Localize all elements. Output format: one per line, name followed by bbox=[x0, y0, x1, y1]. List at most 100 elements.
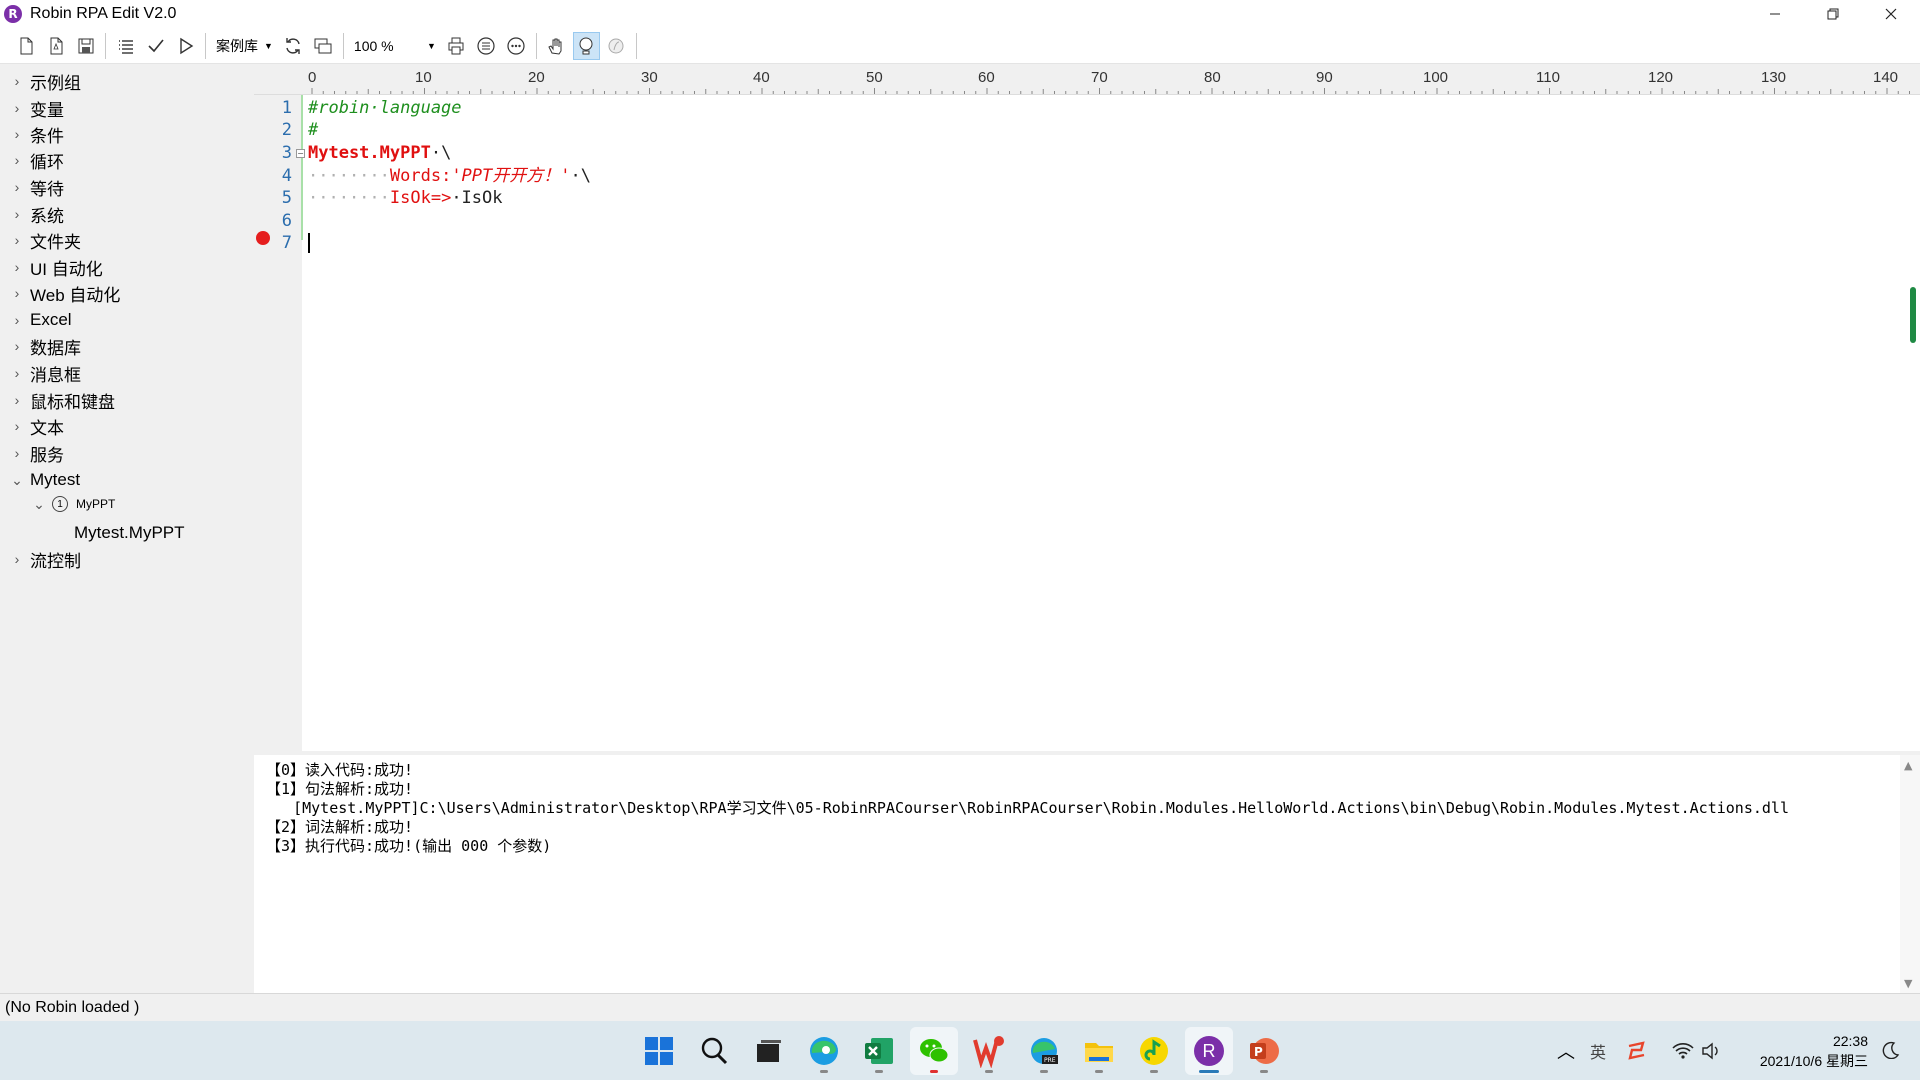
minimize-button[interactable] bbox=[1746, 0, 1804, 28]
editor-scrollbar[interactable] bbox=[1902, 95, 1920, 751]
status-text: (No Robin loaded ) bbox=[5, 998, 140, 1016]
volume-icon[interactable] bbox=[1698, 1042, 1724, 1060]
toolbar-separator bbox=[635, 32, 637, 59]
wps-icon[interactable] bbox=[965, 1027, 1013, 1075]
tree-item-web-automation[interactable]: › Web 自动化 bbox=[0, 278, 121, 308]
chevron-right-icon: › bbox=[14, 152, 20, 168]
tree-item-database[interactable]: › 数据库 bbox=[0, 331, 81, 361]
chevron-right-icon: › bbox=[14, 392, 20, 408]
windows-start-icon[interactable] bbox=[635, 1027, 683, 1075]
running-indicator bbox=[1260, 1070, 1268, 1073]
print-icon[interactable] bbox=[443, 32, 470, 60]
chevron-down-icon: ⌄ bbox=[11, 471, 23, 488]
tree-item-wait[interactable]: › 等待 bbox=[0, 172, 64, 202]
search-icon[interactable] bbox=[690, 1027, 738, 1075]
svg-text:PRE: PRE bbox=[1044, 1057, 1056, 1064]
chevron-right-icon: › bbox=[14, 445, 20, 461]
refresh-icon[interactable] bbox=[280, 32, 307, 60]
line-number-gutter[interactable]: 1 2 3 4 5 6 7 bbox=[254, 95, 302, 751]
scroll-down-icon[interactable]: ▼ bbox=[1904, 977, 1912, 990]
line-number: 3 bbox=[281, 143, 292, 163]
restore-button[interactable] bbox=[1804, 0, 1862, 28]
robin-icon[interactable]: R bbox=[1185, 1027, 1233, 1075]
run-icon[interactable] bbox=[172, 32, 199, 60]
zoom-select[interactable]: 100 % ▼ bbox=[350, 33, 440, 59]
output-panel[interactable]: 【0】读入代码:成功! 【1】句法解析:成功! [Mytest.MyPPT]C:… bbox=[254, 751, 1920, 993]
indent-dots: ········ bbox=[308, 188, 390, 208]
fold-toggle-icon[interactable]: − bbox=[296, 149, 305, 158]
new-doc-icon[interactable] bbox=[42, 32, 69, 60]
code-line-7 bbox=[308, 232, 310, 254]
circle-list-icon[interactable] bbox=[473, 32, 500, 60]
chevron-down-icon: ⌄ bbox=[33, 495, 45, 512]
scroll-up-icon[interactable]: ▲ bbox=[1904, 759, 1912, 772]
ruler-label: 90 bbox=[1316, 69, 1333, 86]
ruler-label: 80 bbox=[1204, 69, 1221, 86]
check-icon[interactable] bbox=[142, 32, 169, 60]
line-number: 1 bbox=[281, 98, 292, 118]
ime-indicator[interactable]: 英 bbox=[1580, 1039, 1616, 1063]
toolbar-separator bbox=[105, 32, 106, 59]
system-tray: ︿ 英 bbox=[1552, 1021, 1724, 1080]
tree-item-loops[interactable]: › 循环 bbox=[0, 145, 64, 175]
ruler-label: 40 bbox=[753, 69, 770, 86]
running-indicator bbox=[930, 1070, 938, 1073]
chevron-up-icon[interactable]: ︿ bbox=[1552, 1038, 1580, 1064]
running-indicator bbox=[1199, 1070, 1219, 1073]
circle-dots-icon[interactable] bbox=[503, 32, 530, 60]
param-value: 'PPT开开方！' bbox=[451, 166, 571, 186]
output-scrollbar[interactable]: ▲ ▼ bbox=[1900, 755, 1920, 993]
close-button[interactable] bbox=[1862, 0, 1920, 28]
line-continuation: ·\ bbox=[570, 166, 591, 186]
chevron-right-icon: › bbox=[14, 206, 20, 222]
running-indicator bbox=[985, 1070, 993, 1073]
scrollbar-thumb[interactable] bbox=[1910, 287, 1916, 343]
screens-icon[interactable] bbox=[310, 32, 337, 60]
list-icon[interactable] bbox=[112, 32, 139, 60]
tree-item-text[interactable]: › 文本 bbox=[0, 411, 64, 441]
running-indicator bbox=[1095, 1070, 1103, 1073]
tree-item-mytest-myppt[interactable]: Mytest.MyPPT bbox=[70, 518, 185, 548]
gesture-icon[interactable] bbox=[572, 31, 600, 60]
new-file-icon[interactable] bbox=[12, 32, 39, 60]
param-value: ·IsOk bbox=[451, 188, 503, 208]
edge-pre-icon[interactable]: PRE bbox=[1020, 1027, 1068, 1075]
change-marker bbox=[301, 95, 303, 240]
status-bar: (No Robin loaded ) bbox=[0, 993, 1920, 1021]
chevron-down-icon: ▼ bbox=[264, 40, 273, 51]
output-line: [Mytest.MyPPT]C:\Users\Administrator\Des… bbox=[266, 799, 1789, 817]
disabled-icon[interactable] bbox=[603, 32, 630, 60]
info-circle-icon: 1 bbox=[52, 496, 68, 512]
music-icon[interactable] bbox=[1130, 1027, 1178, 1075]
file-explorer-icon[interactable] bbox=[1075, 1027, 1123, 1075]
excel-icon[interactable] bbox=[855, 1027, 903, 1075]
clock-date: 2021/10/6 星期三 bbox=[1759, 1053, 1868, 1069]
ruler-label: 100 bbox=[1423, 69, 1449, 86]
tree-item-services[interactable]: › 服务 bbox=[0, 438, 64, 468]
running-indicator bbox=[875, 1070, 883, 1073]
tree-item-examples[interactable]: › 示例组 bbox=[0, 66, 81, 96]
running-indicator bbox=[1040, 1070, 1048, 1073]
task-view-icon[interactable] bbox=[745, 1027, 793, 1075]
chevron-right-icon: › bbox=[14, 365, 20, 381]
notification-moon-icon[interactable] bbox=[1882, 1041, 1900, 1063]
code-editor[interactable]: 0 10 20 30 40 50 60 70 80 90 100 110 120… bbox=[254, 65, 1920, 751]
clock[interactable]: 22:38 2021/10/6 星期三 bbox=[1760, 1031, 1868, 1071]
hand-icon[interactable] bbox=[543, 32, 570, 60]
ruler-label: 110 bbox=[1536, 69, 1560, 86]
line-number: 2 bbox=[281, 120, 292, 140]
tree-item-message-box[interactable]: › 消息框 bbox=[0, 358, 81, 388]
save-icon[interactable] bbox=[72, 32, 99, 60]
code-line-3: Mytest.MyPPT·\ bbox=[308, 142, 451, 164]
tree-item-flow-control[interactable]: › 流控制 bbox=[0, 544, 81, 574]
edge-icon[interactable] bbox=[800, 1027, 848, 1075]
wechat-icon[interactable] bbox=[910, 1027, 958, 1075]
tree-item-folder[interactable]: › 文件夹 bbox=[0, 225, 81, 255]
sogou-icon[interactable] bbox=[1616, 1040, 1658, 1062]
breakpoint-icon[interactable] bbox=[256, 231, 270, 245]
ruler-label: 130 bbox=[1761, 69, 1787, 86]
wifi-icon[interactable] bbox=[1668, 1042, 1698, 1060]
powerpoint-icon[interactable]: P bbox=[1240, 1027, 1288, 1075]
case-library-dropdown[interactable]: 案例库 ▼ bbox=[212, 33, 277, 59]
tree-item-myppt[interactable]: ⌄ 1 MyPPT bbox=[22, 489, 115, 519]
